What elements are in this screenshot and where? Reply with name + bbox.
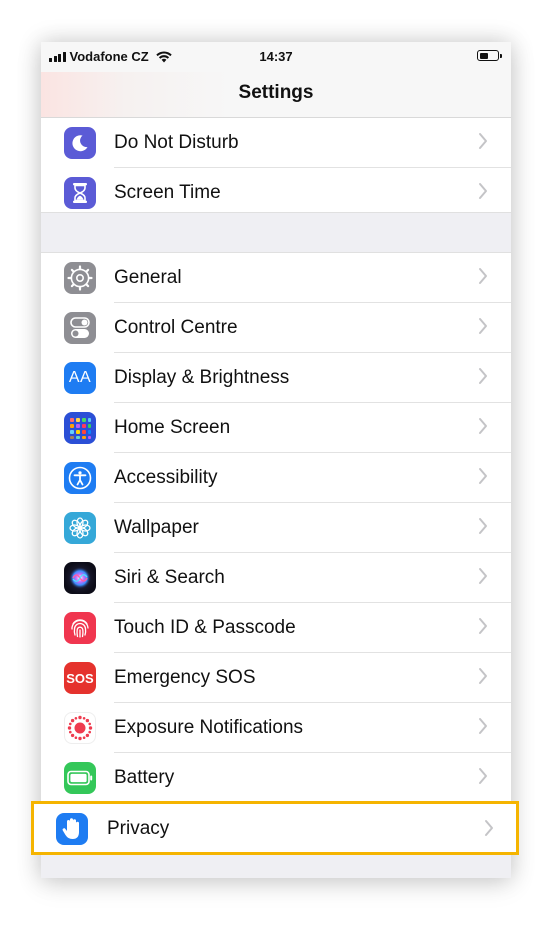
chevron-right-icon (479, 133, 487, 149)
moon-icon (64, 127, 96, 159)
sos-icon: SOS (64, 662, 96, 694)
settings-group-main: General Control Centre AA Display & Brig… (41, 253, 511, 803)
chevron-right-icon (479, 718, 487, 734)
page-title: Settings (238, 82, 314, 103)
chevron-right-icon (485, 820, 493, 836)
sos-glyph: SOS (66, 670, 94, 686)
settings-item-label: Screen Time (114, 182, 221, 203)
settings-item-label: Control Centre (114, 317, 238, 338)
chevron-right-icon (479, 568, 487, 584)
settings-item-accessibility[interactable]: Accessibility (41, 453, 511, 503)
chevron-right-icon (479, 468, 487, 484)
battery-status-icon (477, 50, 502, 61)
settings-item-display-brightness[interactable]: AA Display & Brightness (41, 353, 511, 403)
settings-item-label: Emergency SOS (114, 667, 256, 688)
hourglass-icon (64, 177, 96, 209)
settings-group-focus: Do Not Disturb Screen Time (41, 118, 511, 218)
fingerprint-icon (64, 612, 96, 644)
siri-icon (64, 562, 96, 594)
settings-item-label: Home Screen (114, 417, 231, 438)
settings-item-label: Exposure Notifications (114, 717, 304, 738)
chevron-right-icon (479, 318, 487, 334)
settings-item-home-screen[interactable]: Home Screen (41, 403, 511, 453)
chevron-right-icon (479, 268, 487, 284)
app-grid-icon (64, 412, 96, 444)
settings-item-wallpaper[interactable]: Wallpaper (41, 503, 511, 553)
settings-item-label: Siri & Search (114, 567, 225, 588)
hand-icon (56, 813, 88, 845)
chevron-right-icon (479, 618, 487, 634)
status-time: 14:37 (259, 49, 293, 64)
settings-item-label: Privacy (107, 818, 170, 839)
settings-item-touch-id-passcode[interactable]: Touch ID & Passcode (41, 603, 511, 653)
chevron-right-icon (479, 183, 487, 199)
navigation-bar: Settings (41, 72, 511, 118)
exposure-icon (64, 712, 96, 744)
settings-item-emergency-sos[interactable]: SOS Emergency SOS (41, 653, 511, 703)
settings-item-privacy[interactable]: Privacy (31, 801, 519, 855)
flower-icon (64, 512, 96, 544)
settings-item-do-not-disturb[interactable]: Do Not Disturb (41, 118, 511, 168)
settings-screen: Vodafone CZ 14:37 Settings Do Not Distur… (41, 42, 511, 878)
settings-item-label: Display & Brightness (114, 367, 290, 388)
chevron-right-icon (479, 668, 487, 684)
settings-item-exposure-notifications[interactable]: Exposure Notifications (41, 703, 511, 753)
status-bar: Vodafone CZ 14:37 (41, 42, 511, 72)
settings-item-label: Touch ID & Passcode (114, 617, 296, 638)
settings-item-label: General (114, 267, 182, 288)
chevron-right-icon (479, 368, 487, 384)
accessibility-icon (64, 462, 96, 494)
gear-icon (64, 262, 96, 294)
settings-item-general[interactable]: General (41, 253, 511, 303)
settings-item-control-centre[interactable]: Control Centre (41, 303, 511, 353)
settings-item-label: Battery (114, 767, 175, 788)
text-size-icon: AA (64, 362, 96, 394)
battery-icon (64, 762, 96, 794)
settings-item-label: Accessibility (114, 467, 218, 488)
chevron-right-icon (479, 418, 487, 434)
section-spacer (41, 212, 511, 253)
settings-item-label: Wallpaper (114, 517, 199, 538)
settings-item-label: Do Not Disturb (114, 132, 239, 153)
settings-item-battery[interactable]: Battery (41, 753, 511, 803)
chevron-right-icon (479, 768, 487, 784)
text-size-glyph: AA (68, 369, 92, 386)
settings-item-siri-search[interactable]: Siri & Search (41, 553, 511, 603)
settings-item-screen-time[interactable]: Screen Time (41, 168, 511, 218)
toggles-icon (64, 312, 96, 344)
chevron-right-icon (479, 518, 487, 534)
